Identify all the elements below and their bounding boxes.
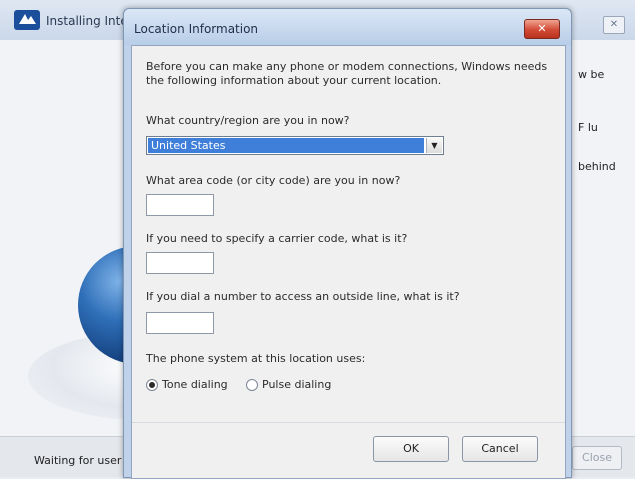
phone-system-label: The phone system at this location uses:: [146, 352, 366, 365]
outside-line-label: If you dial a number to access an outsid…: [146, 290, 460, 303]
dialog-close-button[interactable]: ✕: [524, 19, 560, 39]
installer-title: Installing Inte: [46, 14, 128, 28]
intro-text-line-2: the following information about your cur…: [146, 74, 442, 87]
tone-dialing-radio[interactable]: [146, 379, 158, 391]
country-label: What country/region are you in now?: [146, 114, 350, 127]
cancel-button[interactable]: Cancel: [462, 436, 538, 462]
installer-close-button[interactable]: ✕: [603, 16, 625, 34]
pulse-dialing-label[interactable]: Pulse dialing: [262, 378, 331, 391]
tone-dialing-label[interactable]: Tone dialing: [162, 378, 228, 391]
pulse-dialing-radio[interactable]: [246, 379, 258, 391]
dialog-titlebar[interactable]: Location Information ✕: [124, 9, 571, 45]
carrier-code-label: If you need to specify a carrier code, w…: [146, 232, 408, 245]
dialog-body: Before you can make any phone or modem c…: [131, 45, 566, 479]
dialog-divider: [132, 422, 565, 423]
installer-text-line-1: w be: [578, 68, 605, 81]
area-code-label: What area code (or city code) are you in…: [146, 174, 401, 187]
area-code-input[interactable]: [146, 194, 214, 216]
installer-status-text: Waiting for user i: [34, 454, 128, 467]
outside-line-input[interactable]: [146, 312, 214, 334]
dialog-title: Location Information: [134, 22, 259, 36]
ok-button[interactable]: OK: [373, 436, 449, 462]
app-icon: [14, 10, 40, 30]
installer-close-action-button[interactable]: Close: [572, 446, 622, 470]
country-selected-value: United States: [148, 138, 424, 153]
location-information-dialog: Location Information ✕ Before you can ma…: [123, 8, 572, 479]
carrier-code-input[interactable]: [146, 252, 214, 274]
intro-text-line-1: Before you can make any phone or modem c…: [146, 60, 548, 73]
installer-text-line-3: behind: [578, 160, 616, 173]
installer-text-line-2: F lu: [578, 121, 598, 134]
country-select[interactable]: United States ▼: [146, 136, 444, 155]
chevron-down-icon[interactable]: ▼: [426, 138, 442, 153]
